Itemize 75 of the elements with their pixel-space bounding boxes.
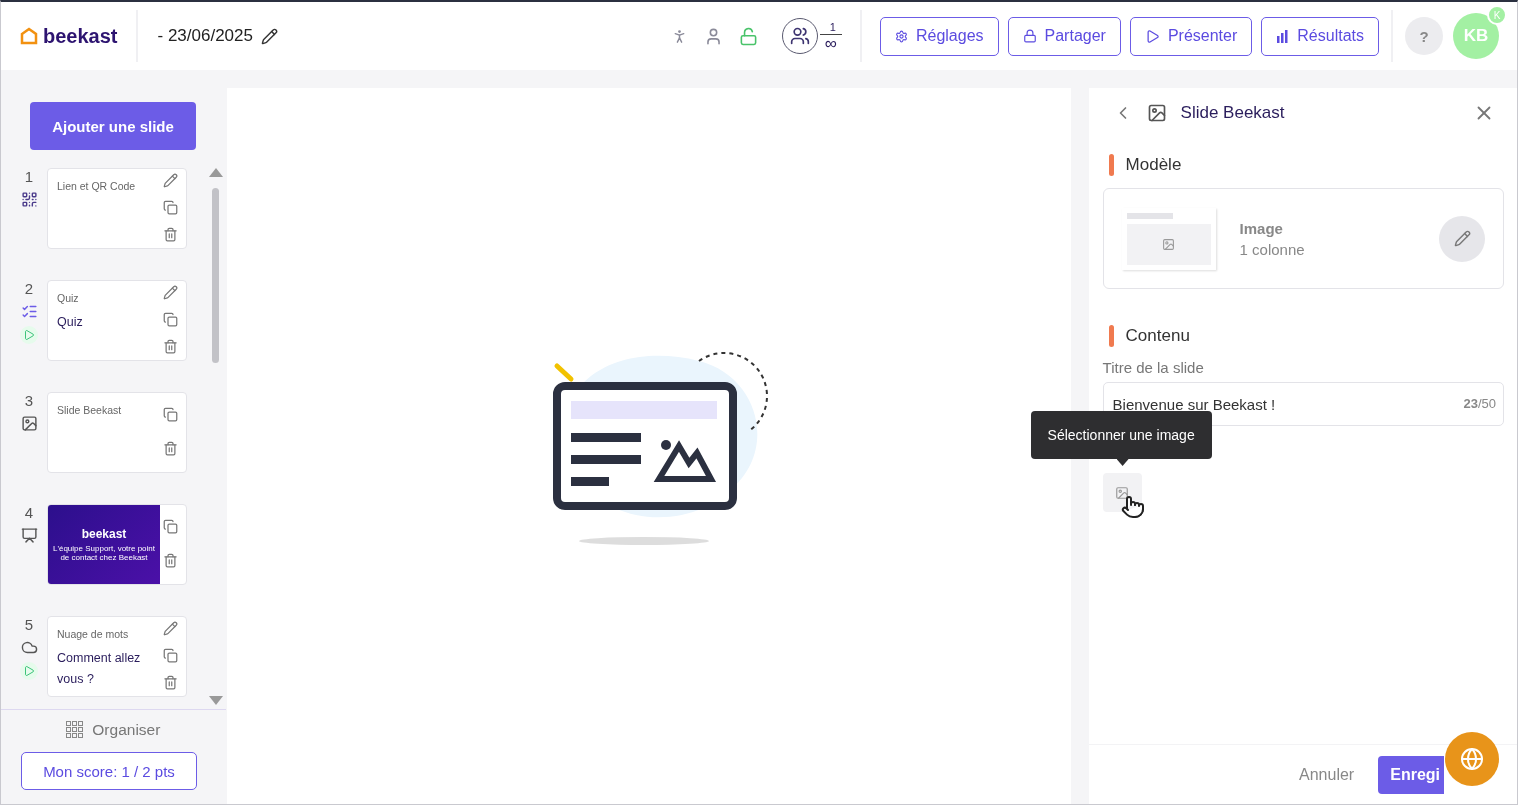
cancel-button[interactable]: Annuler [1293, 764, 1361, 785]
logo-text: beekast [43, 24, 118, 48]
score-button[interactable]: Mon score: 1 / 2 pts [21, 752, 197, 790]
pointer-cursor-icon [1120, 495, 1145, 519]
help-chat-button[interactable] [1445, 732, 1499, 786]
logo-icon [19, 26, 39, 46]
gear-icon [894, 29, 908, 43]
slide-number: 5 [24, 616, 34, 633]
avatar-badge: K [1487, 5, 1507, 25]
participant-count: 1 [819, 20, 842, 35]
panel-title: Slide Beekast [1180, 103, 1286, 123]
header-button[interactable]: Réglages [879, 16, 999, 56]
section-marker [1108, 325, 1114, 347]
bar-chart-icon [1276, 29, 1290, 43]
slide-card[interactable]: Lien et QR Code [47, 168, 187, 249]
thumbnail-logo: beekast [81, 527, 127, 541]
slide-type: Quiz [57, 292, 80, 304]
slide-number: 4 [24, 504, 34, 521]
header-button[interactable]: Partager [1007, 16, 1121, 56]
slide-title: Quiz [57, 314, 84, 331]
presentation-date: - 23/06/2025 [157, 26, 253, 46]
character-counter: 23/50 [1463, 396, 1496, 411]
edit-icon[interactable] [162, 285, 178, 300]
slide-card[interactable]: Quiz Quiz [47, 280, 187, 361]
duplicate-icon[interactable] [162, 406, 178, 422]
slide-type: Lien et QR Code [57, 180, 137, 192]
slide-number: 2 [24, 280, 34, 297]
slide-number: 3 [24, 392, 34, 409]
pencil-icon[interactable] [260, 27, 278, 45]
template-name: Image [1239, 219, 1284, 237]
delete-icon[interactable] [162, 227, 178, 242]
lock-icon [1022, 29, 1037, 43]
play-icon [1144, 28, 1160, 44]
section-title: Contenu [1125, 326, 1190, 346]
section-marker [1108, 154, 1114, 176]
slide-card[interactable]: beekast L'équipe Support, votre point de contact chez Beekast [47, 504, 187, 585]
section-title: Modèle [1125, 155, 1182, 175]
edit-template-button[interactable] [1439, 215, 1485, 262]
cloud-icon [20, 639, 38, 656]
thumbnail-caption: L'équipe Support, votre point de contact chez Beekast [51, 544, 156, 562]
tooltip: Sélectionner une image [1030, 411, 1212, 459]
delete-icon[interactable] [162, 441, 178, 457]
duplicate-icon[interactable] [162, 648, 178, 663]
text-image-icon [1146, 103, 1167, 123]
delete-icon[interactable] [162, 553, 178, 569]
template-detail: 1 colonne [1239, 240, 1306, 258]
delete-icon[interactable] [162, 339, 178, 354]
slide-type: Slide Beekast [57, 404, 123, 416]
text-image-icon [20, 415, 38, 432]
field-label: Titre de la slide [1102, 359, 1205, 376]
organize-button[interactable]: Organiser [60, 720, 167, 740]
pencil-icon [1453, 230, 1471, 247]
unlock-icon[interactable] [738, 26, 758, 46]
image-icon [1115, 485, 1130, 500]
slide-title: Comment allez vous ? [57, 650, 142, 688]
edit-icon[interactable] [162, 173, 178, 188]
grid-icon [66, 721, 85, 739]
globe-icon [1460, 747, 1484, 771]
header-button[interactable]: Présenter [1129, 16, 1253, 56]
participant-max: ∞ [824, 34, 837, 52]
duplicate-icon[interactable] [162, 518, 178, 534]
slide-type: Nuage de mots [57, 628, 130, 640]
duplicate-icon[interactable] [162, 312, 178, 327]
header-button[interactable]: Résultats [1261, 16, 1379, 56]
checklist-icon [20, 303, 38, 320]
save-button[interactable]: Enregi [1378, 755, 1444, 794]
add-slide-button[interactable]: Ajouter une slide [30, 102, 196, 150]
slide-card[interactable]: Slide Beekast [47, 392, 187, 473]
presentation-icon [20, 527, 38, 544]
slide-card[interactable]: Nuage de mots Comment allez vous ? [47, 616, 187, 697]
duplicate-icon[interactable] [162, 200, 178, 215]
slide-number: 1 [24, 168, 34, 185]
qr-code-icon [20, 191, 38, 208]
delete-icon[interactable] [162, 675, 178, 690]
edit-icon[interactable] [162, 621, 178, 636]
